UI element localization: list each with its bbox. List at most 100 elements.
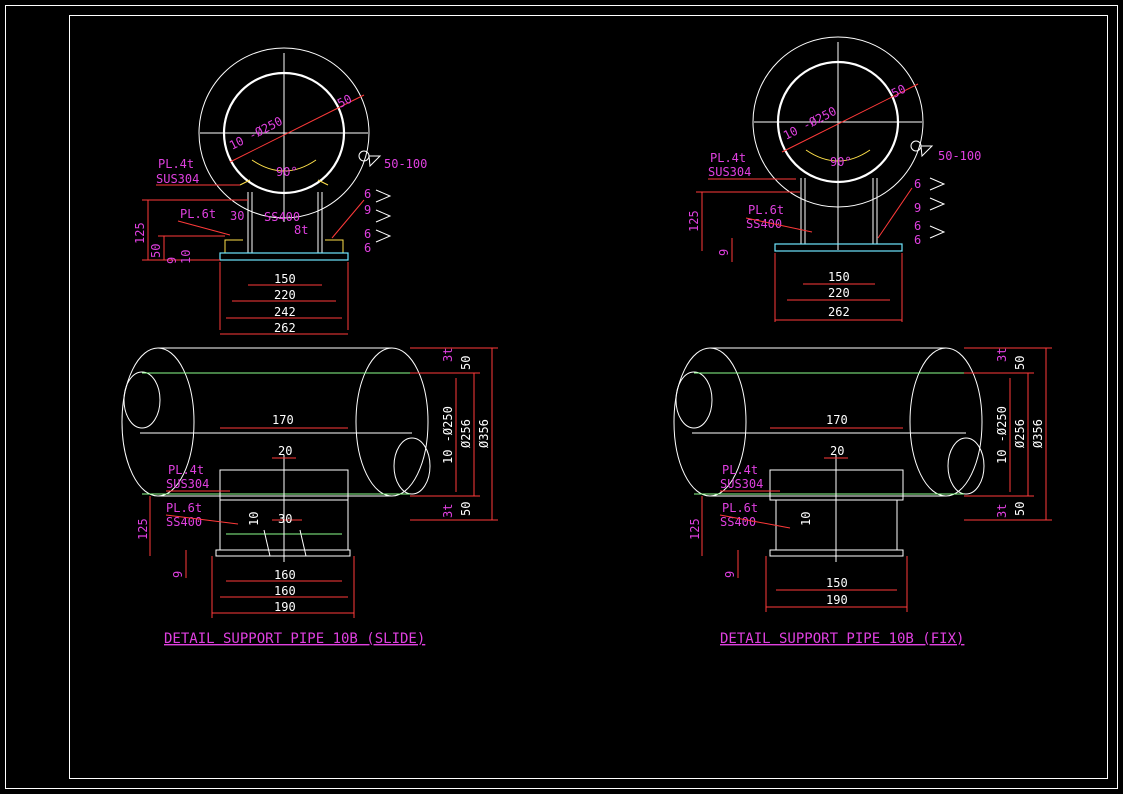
cad-drawing-sheet: 10 -Ø250 50 90° 50-100 PL.4t SUS304 PL.6… bbox=[5, 5, 1118, 789]
v250-label: 10 -Ø250 bbox=[441, 406, 455, 464]
w170-label: 170 bbox=[826, 413, 848, 427]
weld-6a-label: 6 bbox=[364, 187, 371, 201]
t3-top-label: 3t bbox=[995, 348, 1009, 362]
inner-frame bbox=[69, 15, 1108, 779]
fix-side-view: 170 20 10 PL.4t SUS304 PL.6t SS400 125 9… bbox=[673, 347, 1052, 612]
pl6t-label: PL.6t bbox=[722, 501, 758, 515]
h9-label: 9 bbox=[717, 249, 731, 256]
ss400-label: SS400 bbox=[264, 210, 300, 224]
h10-label: 10 bbox=[179, 250, 193, 264]
thk-8t-label: 8t bbox=[294, 223, 308, 237]
w150-label: 150 bbox=[826, 576, 848, 590]
t3-top-label: 3t bbox=[441, 348, 455, 362]
t3-bot-label: 3t bbox=[441, 504, 455, 518]
weld-symbol-1 bbox=[929, 177, 946, 191]
sus304-label: SUS304 bbox=[156, 172, 199, 186]
pipe-end-right-outer bbox=[909, 347, 983, 497]
weld-symbol-2 bbox=[929, 197, 946, 211]
base-plate-bottom bbox=[215, 549, 351, 557]
weld-range-label: 50-100 bbox=[384, 157, 427, 171]
w262-label: 262 bbox=[828, 305, 850, 319]
angle-label: 90° bbox=[276, 165, 298, 179]
v356-label: Ø356 bbox=[1031, 419, 1045, 448]
w30-label: 30 bbox=[278, 512, 292, 526]
slide-top-view: 10 -Ø250 50 90° 50-100 PL.4t SUS304 PL.6… bbox=[133, 47, 427, 335]
w20-label: 20 bbox=[278, 444, 292, 458]
pipe-end-right-inner bbox=[947, 437, 985, 495]
pl4t-label: PL.4t bbox=[722, 463, 758, 477]
weld-leader-1 bbox=[877, 187, 913, 239]
weld-symbol-2 bbox=[375, 209, 392, 223]
fix-title: DETAIL SUPPORT PIPE 10B (FIX) bbox=[720, 631, 964, 647]
v250-label: 10 -Ø250 bbox=[995, 406, 1009, 464]
h125-label: 125 bbox=[687, 210, 701, 232]
w160a-label: 160 bbox=[274, 568, 296, 582]
pipe-end-right-inner bbox=[393, 437, 431, 495]
slide-title: DETAIL SUPPORT PIPE 10B (SLIDE) bbox=[164, 631, 425, 647]
sus304-label: SUS304 bbox=[720, 477, 763, 491]
sus304-label: SUS304 bbox=[708, 165, 751, 179]
pl6t-label: PL.6t bbox=[180, 207, 216, 221]
weld-symbol-1 bbox=[375, 189, 392, 203]
v10-label: 10 bbox=[247, 512, 261, 526]
pl4t-label: PL.4t bbox=[158, 157, 194, 171]
guide-bracket-right bbox=[325, 239, 344, 254]
weld-6b-label: 6 bbox=[364, 227, 371, 241]
w150-label: 150 bbox=[274, 272, 296, 286]
v50-bot-label: 50 bbox=[459, 502, 473, 516]
v50-bot-label: 50 bbox=[1013, 502, 1027, 516]
weld-leader-1 bbox=[331, 199, 365, 239]
w242-label: 242 bbox=[274, 305, 296, 319]
weld-symbol-3 bbox=[929, 225, 946, 239]
w150-label: 150 bbox=[828, 270, 850, 284]
v256-label: Ø256 bbox=[459, 419, 473, 448]
weld-6c-label: 6 bbox=[914, 233, 921, 247]
t3-bot-label: 3t bbox=[995, 504, 1009, 518]
w190-label: 190 bbox=[826, 593, 848, 607]
weld-6b-label: 6 bbox=[914, 219, 921, 233]
gap-30-label: 30 bbox=[230, 209, 244, 223]
weld-flag bbox=[920, 145, 934, 158]
weld-flag bbox=[368, 155, 382, 168]
base-plate bbox=[219, 252, 349, 261]
pipe-end-left-inner bbox=[675, 371, 713, 429]
h125-label: 125 bbox=[688, 518, 702, 540]
v10-label: 10 bbox=[799, 512, 813, 526]
h9-label: 9 bbox=[165, 257, 179, 264]
w160b-label: 160 bbox=[274, 584, 296, 598]
outer-border bbox=[5, 5, 1118, 789]
weld-symbol-3 bbox=[375, 229, 392, 243]
slide-side-view: 170 20 30 10 PL.4t SUS304 PL.6t SS400 12… bbox=[121, 347, 498, 618]
v50-top-label: 50 bbox=[459, 356, 473, 370]
weld-6a-label: 6 bbox=[914, 177, 921, 191]
pl6t-label: PL.6t bbox=[748, 203, 784, 217]
fix-top-view: 10 -Ø250 50 90° 50-100 PL.4t SUS304 PL.6… bbox=[687, 36, 981, 322]
pl4t-label: PL.4t bbox=[168, 463, 204, 477]
pipe-dia-label: 10 -Ø250 bbox=[781, 104, 839, 143]
ss400-label: SS400 bbox=[720, 515, 756, 529]
h9-label: 9 bbox=[723, 571, 737, 578]
pl6t-leader bbox=[177, 220, 231, 236]
weld-callout-circle bbox=[358, 150, 370, 162]
pl4t-label: PL.4t bbox=[710, 151, 746, 165]
pipe-end-right-outer bbox=[355, 347, 429, 497]
v356-label: Ø356 bbox=[477, 419, 491, 448]
weld-6c-label: 6 bbox=[364, 241, 371, 255]
sus304-label: SUS304 bbox=[166, 477, 209, 491]
h50-label: 50 bbox=[149, 244, 163, 258]
angle-label: 90° bbox=[830, 155, 852, 169]
h9-label: 9 bbox=[171, 571, 185, 578]
w220-label: 220 bbox=[828, 286, 850, 300]
guide-bracket-left bbox=[224, 239, 243, 254]
w190-label: 190 bbox=[274, 600, 296, 614]
weld-9-label: 9 bbox=[364, 203, 371, 217]
weld-9-label: 9 bbox=[914, 201, 921, 215]
w170-label: 170 bbox=[272, 413, 294, 427]
w262-label: 262 bbox=[274, 321, 296, 335]
weld-range-label: 50-100 bbox=[938, 149, 981, 163]
h125-label: 125 bbox=[136, 518, 150, 540]
h125-label: 125 bbox=[133, 222, 147, 244]
pl6t-label: PL.6t bbox=[166, 501, 202, 515]
w20-label: 20 bbox=[830, 444, 844, 458]
pipe-end-left-inner bbox=[123, 371, 161, 429]
